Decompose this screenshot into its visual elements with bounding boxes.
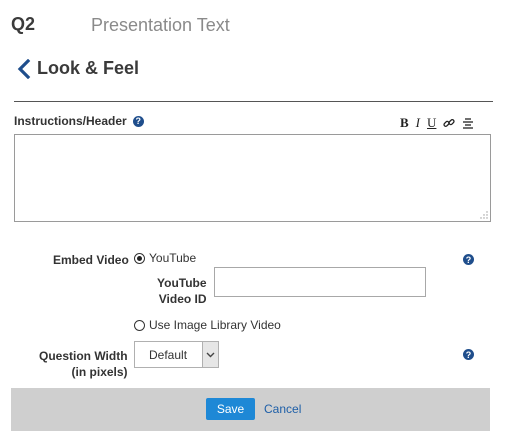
question-width-label-line1: Question Width xyxy=(39,349,128,363)
radio-checked-icon[interactable] xyxy=(134,252,145,264)
youtube-video-id-label-line2: Video ID xyxy=(158,292,207,306)
question-width-select-value: Default xyxy=(149,347,188,362)
question-circle-icon[interactable]: ? xyxy=(463,254,474,265)
youtube-video-id-input[interactable] xyxy=(214,267,426,297)
chevron-down-icon[interactable] xyxy=(202,342,218,367)
instructions-label-text: Instructions/Header xyxy=(14,114,127,128)
instructions-label: Instructions/Header ? xyxy=(14,114,144,128)
question-circle-icon[interactable]: ? xyxy=(132,115,144,127)
question-type-title: Presentation Text xyxy=(91,15,230,35)
image-library-video-radio-label: Use Image Library Video xyxy=(149,318,281,332)
youtube-radio[interactable]: YouTube xyxy=(134,251,196,265)
question-width-select[interactable]: Default xyxy=(134,341,219,368)
save-button[interactable]: Save xyxy=(206,398,255,420)
question-number: Q2 xyxy=(11,14,36,34)
image-library-video-radio[interactable]: Use Image Library Video xyxy=(134,318,281,332)
radio-unchecked-icon[interactable] xyxy=(134,319,145,331)
italic-button[interactable]: I xyxy=(416,115,420,131)
youtube-video-id-label-line1: YouTube xyxy=(157,276,207,290)
embed-video-label: Embed Video xyxy=(53,253,129,267)
section-divider xyxy=(14,101,493,102)
align-center-icon[interactable] xyxy=(462,117,474,129)
resize-grip-icon[interactable] xyxy=(480,211,488,219)
link-icon[interactable] xyxy=(443,117,456,129)
back-link[interactable]: Look & Feel xyxy=(17,58,139,79)
chevron-left-icon xyxy=(17,58,31,79)
underline-button[interactable]: U xyxy=(427,115,436,131)
back-link-label: Look & Feel xyxy=(37,58,140,78)
question-width-label-line2: (in pixels) xyxy=(71,365,128,379)
bold-button[interactable]: B xyxy=(400,115,409,131)
youtube-video-id-label: YouTube Video ID xyxy=(157,275,207,307)
question-circle-icon[interactable]: ? xyxy=(463,349,474,360)
instructions-textarea[interactable] xyxy=(14,134,491,222)
question-width-label: Question Width (in pixels) xyxy=(39,348,128,380)
youtube-radio-label: YouTube xyxy=(149,251,197,265)
cancel-link[interactable]: Cancel xyxy=(264,402,301,416)
rich-text-toolbar: B I U xyxy=(400,115,474,131)
